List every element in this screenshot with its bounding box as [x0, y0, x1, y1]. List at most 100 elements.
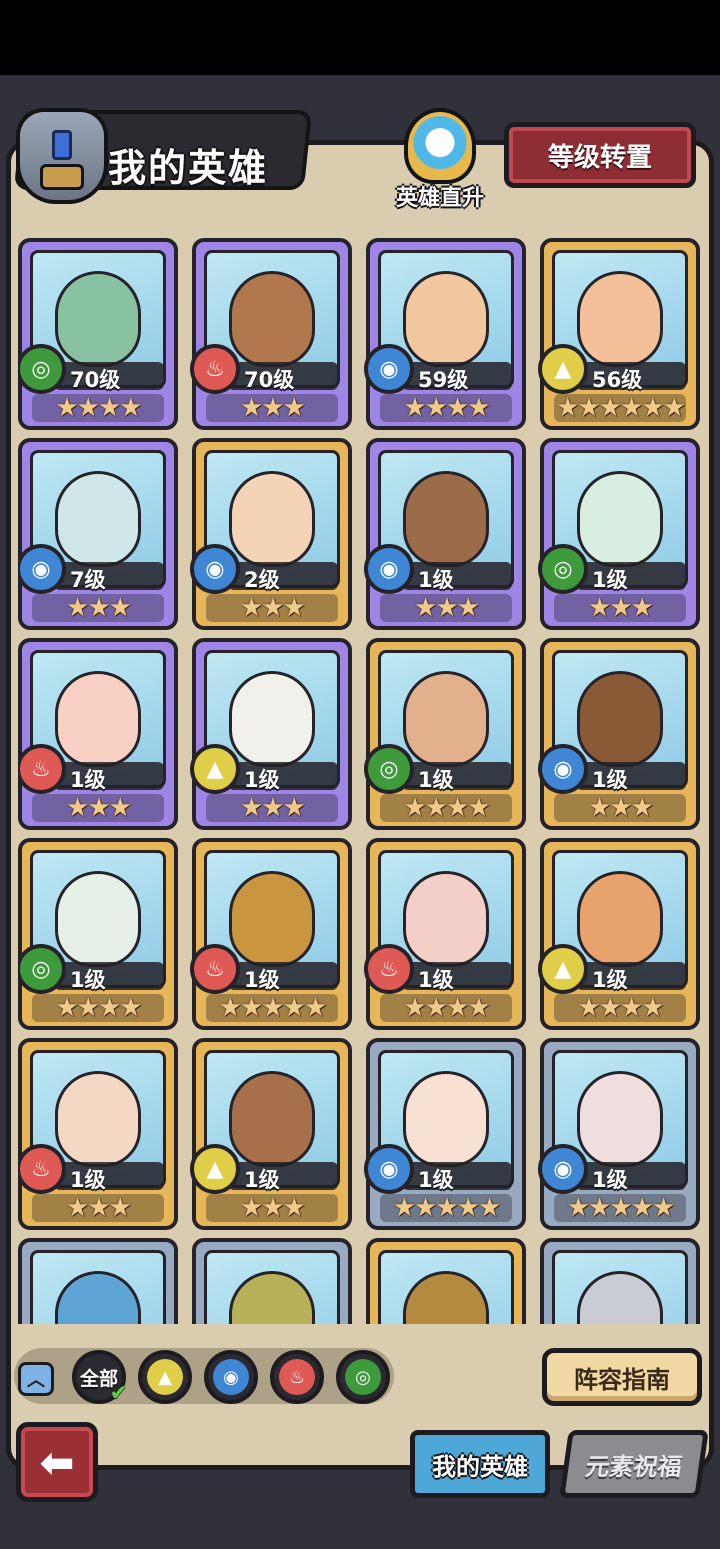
hero-card[interactable]: ▲ 1级 ★★★★ — [538, 838, 700, 1030]
status-bar — [0, 0, 720, 75]
hero-card[interactable] — [192, 1238, 352, 1324]
water-element-icon: ◉ — [364, 1144, 414, 1194]
filter-wood-button[interactable]: ◎ — [336, 1350, 390, 1404]
water-element-icon: ◉ — [213, 1359, 249, 1395]
hero-card[interactable]: ♨ 70级 ★★★ — [190, 238, 352, 430]
fire-element-icon: ♨ — [364, 944, 414, 994]
hero-portrait — [55, 871, 141, 967]
hero-portrait — [403, 871, 489, 967]
checkmark-icon: ✔ — [109, 1381, 128, 1406]
back-button[interactable]: ⬅ — [16, 1422, 98, 1502]
hero-direct-upgrade-button[interactable]: 英雄直升 — [392, 108, 488, 214]
hero-portrait — [55, 1071, 141, 1167]
star-rating: ★★★★ — [380, 794, 512, 822]
hero-card[interactable]: ▲ 1级 ★★★ — [190, 638, 352, 830]
hero-portrait — [55, 671, 141, 767]
hero-card[interactable] — [18, 1238, 178, 1324]
chevron-up-icon: ︿ — [27, 1370, 45, 1391]
hero-level: 1级 — [244, 968, 280, 992]
hero-portrait-frame — [204, 1250, 340, 1324]
star-rating: ★★★★★★ — [554, 394, 686, 422]
hero-card[interactable] — [366, 1238, 526, 1324]
upgrade-arrow-icon — [404, 108, 476, 184]
fire-element-icon: ♨ — [18, 1144, 66, 1194]
wood-element-icon: ◎ — [345, 1359, 381, 1395]
earth-element-icon: ▲ — [190, 1144, 240, 1194]
hero-card[interactable]: ◎ 1级 ★★★★ — [18, 838, 178, 1030]
water-element-icon: ◉ — [538, 744, 588, 794]
fire-element-icon: ♨ — [190, 944, 240, 994]
wood-element-icon: ◎ — [364, 744, 414, 794]
collapse-toggle-button[interactable]: ︿ — [18, 1362, 54, 1396]
hero-portrait — [403, 671, 489, 767]
hero-portrait-frame — [30, 1250, 166, 1324]
hero-card[interactable]: ▲ 56级 ★★★★★★ — [538, 238, 700, 430]
hero-portrait — [229, 1071, 315, 1167]
hero-portrait — [229, 671, 315, 767]
filter-earth-button[interactable]: ▲ — [138, 1350, 192, 1404]
star-rating: ★★★★★ — [380, 1194, 512, 1222]
filter-water-button[interactable]: ◉ — [204, 1350, 258, 1404]
water-element-icon: ◉ — [364, 544, 414, 594]
hero-card[interactable]: ◉ 2级 ★★★ — [190, 438, 352, 630]
hero-portrait-frame — [552, 1250, 688, 1324]
hero-card[interactable]: ▲ 1级 ★★★ — [190, 1038, 352, 1230]
water-element-icon: ◉ — [364, 344, 414, 394]
tab-element-blessing[interactable]: 元素祝福 — [559, 1430, 709, 1498]
hero-level: 1级 — [418, 1168, 454, 1192]
hero-level: 1级 — [592, 768, 628, 792]
filter-fire-button[interactable]: ♨ — [270, 1350, 324, 1404]
hero-card[interactable]: ♨ 1级 ★★★★ — [364, 838, 526, 1030]
level-reset-button[interactable]: 等级转置 — [504, 122, 696, 188]
star-rating: ★★★★ — [380, 994, 512, 1022]
water-element-icon: ◉ — [18, 544, 66, 594]
hero-card[interactable]: ♨ 1级 ★★★ — [18, 1038, 178, 1230]
hero-card[interactable] — [540, 1238, 700, 1324]
lineup-guide-button[interactable]: 阵容指南 — [542, 1348, 702, 1406]
hero-card[interactable]: ◎ 1级 ★★★ — [538, 438, 700, 630]
hero-portrait-frame — [378, 1250, 514, 1324]
hero-card[interactable]: ◉ 1级 ★★★★★ — [538, 1038, 700, 1230]
fire-element-icon: ♨ — [190, 344, 240, 394]
hero-card[interactable]: ◎ 1级 ★★★★ — [364, 638, 526, 830]
hero-portrait — [403, 1271, 489, 1324]
star-rating: ★★★★ — [380, 394, 512, 422]
filter-all-button[interactable]: 全部 ✔ — [72, 1350, 128, 1406]
hero-card[interactable]: ◉ 1级 ★★★ — [364, 438, 526, 630]
hero-portrait — [577, 671, 663, 767]
hero-portrait — [577, 471, 663, 567]
hero-card[interactable]: ◉ 7级 ★★★ — [18, 438, 178, 630]
hero-portrait — [55, 1271, 141, 1324]
earth-element-icon: ▲ — [147, 1359, 183, 1395]
hero-level: 70级 — [244, 368, 295, 392]
hero-direct-upgrade-label: 英雄直升 — [395, 186, 484, 211]
star-rating: ★★★ — [380, 594, 512, 622]
hero-level: 1级 — [70, 1168, 106, 1192]
back-arrow-icon: ⬅ — [39, 1437, 75, 1487]
earth-element-icon: ▲ — [538, 344, 588, 394]
star-rating: ★★★ — [554, 594, 686, 622]
hero-level: 70级 — [70, 368, 121, 392]
hero-portrait — [403, 1071, 489, 1167]
hero-card[interactable]: ◉ 59级 ★★★★ — [364, 238, 526, 430]
hero-portrait — [577, 1271, 663, 1324]
hero-level: 1级 — [592, 968, 628, 992]
wood-element-icon: ◎ — [538, 544, 588, 594]
star-rating: ★★★ — [32, 1194, 164, 1222]
hero-level: 1级 — [244, 1168, 280, 1192]
hero-portrait — [55, 271, 141, 367]
hero-card[interactable]: ◎ 70级 ★★★★ — [18, 238, 178, 430]
hero-portrait — [403, 471, 489, 567]
hero-level: 1级 — [70, 968, 106, 992]
hero-level: 7级 — [70, 568, 106, 592]
hero-portrait — [577, 271, 663, 367]
hero-level: 1级 — [592, 1168, 628, 1192]
hero-level: 1级 — [418, 568, 454, 592]
hero-card[interactable]: ♨ 1级 ★★★★★ — [190, 838, 352, 1030]
star-rating: ★★★★★ — [206, 994, 338, 1022]
hero-card[interactable]: ♨ 1级 ★★★ — [18, 638, 178, 830]
hero-level: 59级 — [418, 368, 469, 392]
hero-card[interactable]: ◉ 1级 ★★★ — [538, 638, 700, 830]
hero-card[interactable]: ◉ 1级 ★★★★★ — [364, 1038, 526, 1230]
tab-my-heroes[interactable]: 我的英雄 — [410, 1430, 550, 1498]
